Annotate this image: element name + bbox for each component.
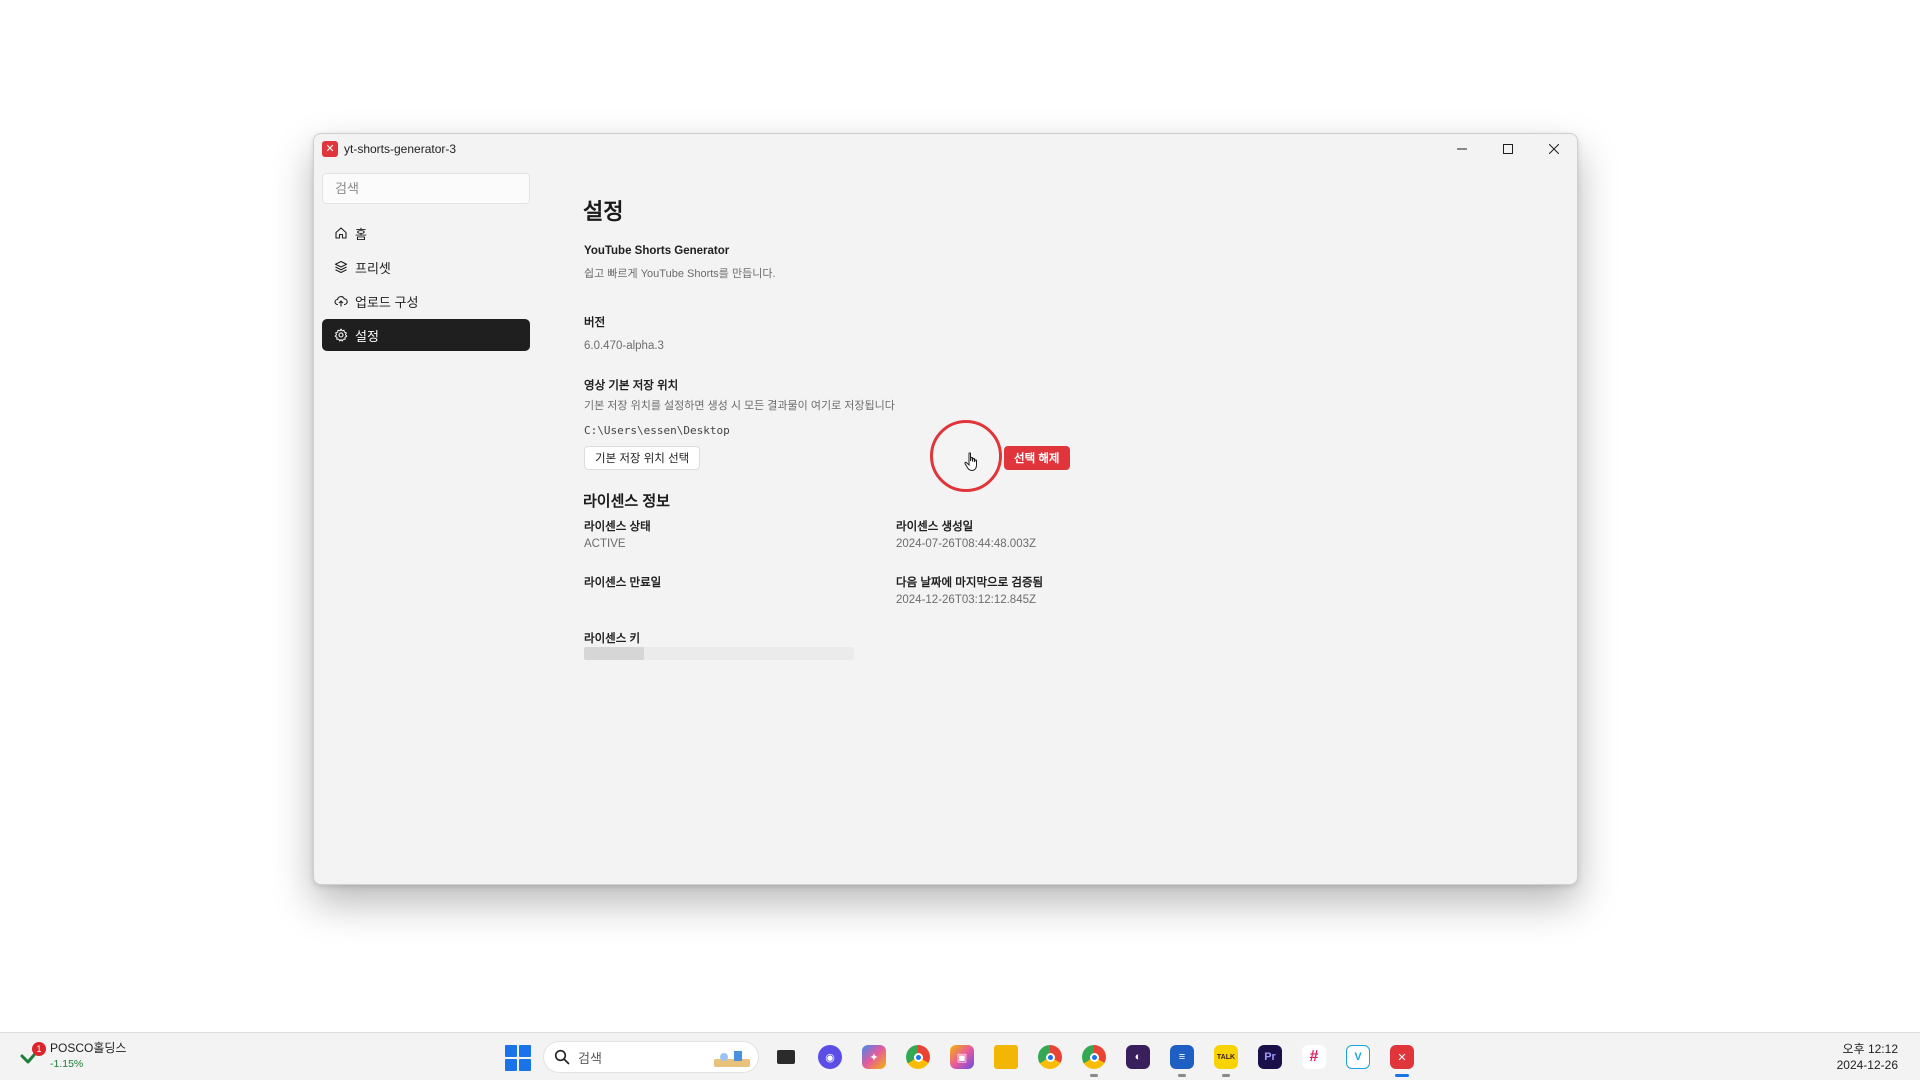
settings-content: 설정 YouTube Shorts Generator 쉽고 빠르게 YouTu…	[569, 134, 1577, 884]
window-title: yt-shorts-generator-3	[344, 142, 457, 156]
sidebar-item-home[interactable]: 홈	[322, 217, 530, 249]
taskbar-search-label: 검색	[578, 1050, 602, 1066]
kakaotalk-icon[interactable]: TALK	[1210, 1041, 1242, 1077]
select-storage-button[interactable]: 기본 저장 위치 선택	[584, 446, 701, 470]
slack-icon[interactable]: #	[1298, 1041, 1330, 1073]
vscode-icon[interactable]: V	[1342, 1041, 1374, 1073]
license-section-title: 라이센스 정보	[583, 493, 670, 510]
start-button[interactable]	[505, 1045, 531, 1071]
system-clock[interactable]: 오후 12:12 2024-12-26	[1837, 1041, 1898, 1073]
taskbar-apps: ◉ ✦ ▣ ◐ ≡ TALK Pr # V ✕	[770, 1041, 1430, 1077]
chrome-icon[interactable]	[902, 1041, 934, 1073]
app-logo-icon: ✕	[322, 141, 338, 157]
gear-icon	[333, 327, 349, 343]
version-value: 6.0.470-alpha.3	[584, 340, 664, 352]
storage-label: 영상 기본 저장 위치	[584, 380, 679, 392]
storage-path: C:\Users\essen\Desktop	[584, 424, 730, 437]
storage-description: 기본 저장 위치를 설정하면 생성 시 모든 결과물이 여기로 저장됩니다	[584, 400, 895, 412]
sidebar-item-preset[interactable]: 프리셋	[322, 251, 530, 283]
stock-change: -1.15%	[50, 1058, 84, 1070]
stock-badge: 1	[32, 1041, 46, 1056]
license-created-label: 라이센스 생성일	[896, 521, 974, 533]
license-key-masked	[584, 647, 854, 660]
premiere-icon[interactable]: Pr	[1254, 1041, 1286, 1073]
app-window: ✕ yt-shorts-generator-3 홈 프리셋	[313, 133, 1578, 885]
file-explorer-icon[interactable]	[990, 1041, 1022, 1073]
upload-icon	[333, 293, 349, 309]
obsidian-icon[interactable]: ◐	[1122, 1041, 1154, 1073]
clock-time: 오후 12:12	[1842, 1042, 1898, 1056]
sidebar-search-input[interactable]	[322, 173, 530, 204]
copilot-icon[interactable]: ✦	[858, 1041, 890, 1073]
license-status-value: ACTIVE	[584, 538, 626, 550]
photos-icon[interactable]: ▣	[946, 1041, 978, 1073]
license-expiry-label: 라이센스 만료일	[584, 577, 662, 589]
app-name: YouTube Shorts Generator	[584, 245, 730, 257]
sidebar-item-upload[interactable]: 업로드 구성	[322, 285, 530, 317]
task-view-icon[interactable]	[770, 1041, 802, 1073]
sidebar-item-label: 프리셋	[355, 260, 391, 276]
license-created-value: 2024-07-26T08:44:48.003Z	[896, 538, 1037, 550]
hand-cursor-icon	[964, 452, 977, 472]
license-status-label: 라이센스 상태	[584, 521, 651, 533]
yt-shorts-generator-icon[interactable]: ✕	[1386, 1041, 1418, 1077]
sidebar-item-label: 업로드 구성	[355, 294, 419, 310]
version-label: 버전	[584, 317, 606, 329]
search-highlight-icon	[714, 1051, 750, 1067]
app-description: 쉽고 빠르게 YouTube Shorts를 만듭니다.	[584, 268, 776, 280]
chrome-profile-icon[interactable]	[1078, 1041, 1110, 1077]
click-highlight	[930, 420, 1002, 492]
chrome-alt-icon[interactable]	[1034, 1041, 1066, 1073]
sidebar-item-settings[interactable]: 설정	[322, 319, 530, 351]
sidebar-nav: 홈 프리셋 업로드 구성 설정	[322, 217, 530, 353]
stock-widget[interactable]: 1 POSCO홀딩스 -1.15%	[18, 1039, 126, 1070]
messenger-icon[interactable]: ◉	[814, 1041, 846, 1073]
sidebar-item-label: 홈	[355, 226, 367, 242]
search-icon	[554, 1049, 570, 1065]
clear-selection-button[interactable]: 선택 해제	[1004, 446, 1070, 470]
stock-check-icon: 1	[18, 1041, 46, 1068]
preset-icon	[333, 259, 349, 275]
taskbar: 1 POSCO홀딩스 -1.15% 검색 ◉ ✦ ▣ ◐ ≡ TALK Pr #…	[0, 1032, 1920, 1080]
license-key-label: 라이센스 키	[584, 633, 641, 645]
taskbar-search[interactable]: 검색	[543, 1041, 759, 1073]
app-blue-icon[interactable]: ≡	[1166, 1041, 1198, 1077]
sidebar-item-label: 설정	[355, 328, 379, 344]
license-verified-value: 2024-12-26T03:12:12.845Z	[896, 594, 1037, 606]
home-icon	[333, 225, 349, 241]
page-title: 설정	[583, 199, 624, 224]
clock-date: 2024-12-26	[1836, 1058, 1898, 1072]
stock-name: POSCO홀딩스	[50, 1041, 127, 1055]
license-verified-label: 다음 날짜에 마지막으로 검증됨	[896, 577, 1044, 589]
